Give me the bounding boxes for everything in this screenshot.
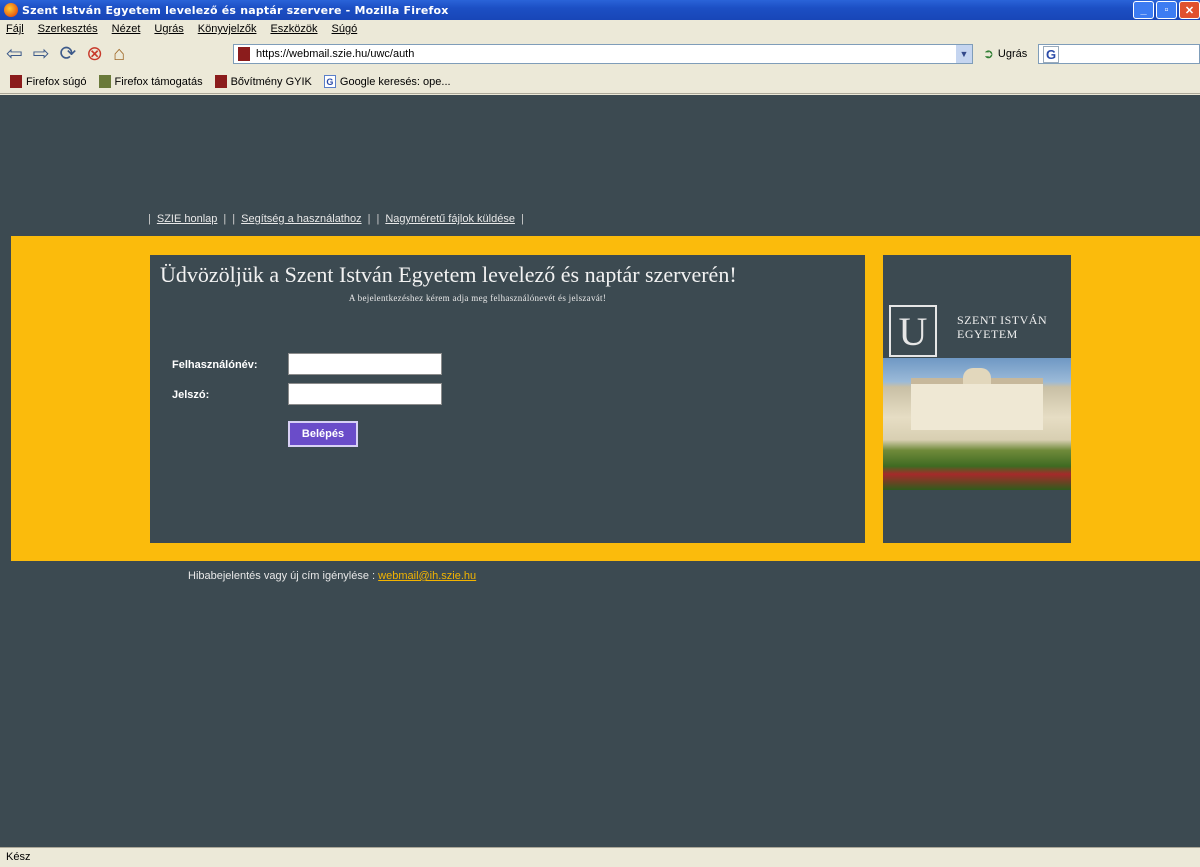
menu-go[interactable]: Ugrás (154, 23, 183, 35)
bookmark-label: Bővítmény GYIK (230, 75, 312, 88)
campus-photo (883, 358, 1071, 490)
login-panel: Üdvözöljük a Szent István Egyetem levele… (150, 255, 865, 543)
menu-file[interactable]: Fájl (6, 23, 24, 35)
stop-icon[interactable]: ⊗ (86, 44, 103, 64)
separator: | (367, 213, 371, 225)
chevron-down-icon[interactable]: ▼ (956, 45, 972, 63)
status-text: Kész (6, 851, 31, 863)
separator: | (223, 213, 227, 225)
home-icon[interactable]: ⌂ (113, 44, 125, 64)
login-instructions: A bejelentkezéshez kérem adja meg felhas… (348, 293, 607, 303)
university-logo-icon: U (889, 305, 937, 357)
address-bar[interactable]: https://webmail.szie.hu/uwc/auth ▼ (233, 44, 973, 64)
go-icon: ➲ (983, 46, 994, 61)
login-button[interactable]: Belépés (288, 421, 358, 447)
menu-bar: Fájl Szerkesztés Nézet Ugrás Könyvjelzők… (0, 20, 1200, 38)
menu-edit[interactable]: Szerkesztés (38, 23, 98, 35)
username-field[interactable] (288, 353, 442, 375)
window-title: Szent István Egyetem levelező és naptár … (22, 3, 449, 17)
bookmark-google-search[interactable]: G Google keresés: ope... (323, 75, 451, 88)
browser-window: Szent István Egyetem levelező és naptár … (0, 0, 1200, 867)
firefox-icon (4, 3, 18, 17)
password-label: Jelszó: (172, 389, 210, 401)
google-icon: G (323, 75, 336, 88)
title-bar: Szent István Egyetem levelező és naptár … (0, 0, 1200, 20)
news-icon (98, 75, 111, 88)
bookmark-firefox-help[interactable]: Firefox súgó (10, 75, 87, 88)
search-input[interactable]: G (1038, 44, 1200, 64)
status-bar: Kész (0, 847, 1200, 867)
footer: Hibabejelentés vagy új cím igénylése : w… (188, 570, 476, 582)
go-label: Ugrás (997, 48, 1028, 60)
building-dome (963, 368, 991, 384)
maximize-button[interactable]: ▫ (1156, 1, 1177, 19)
address-url: https://webmail.szie.hu/uwc/auth (256, 48, 415, 60)
logo-line-2: EGYETEM (957, 327, 1018, 341)
bookmark-label: Firefox súgó (26, 75, 87, 88)
bookmark-firefox-support[interactable]: Firefox támogatás (98, 75, 203, 88)
separator: | (232, 213, 236, 225)
close-button[interactable]: ✕ (1179, 1, 1200, 19)
reload-icon[interactable]: ⟳ (60, 44, 77, 64)
menu-help[interactable]: Súgó (332, 23, 358, 35)
bookmark-addons-faq[interactable]: Bővítmény GYIK (214, 75, 312, 88)
username-label: Felhasználónév: (172, 359, 258, 371)
link-szie-homepage[interactable]: SZIE honlap (157, 213, 218, 225)
menu-view[interactable]: Nézet (112, 23, 141, 35)
university-name: SZENT ISTVÁN EGYETEM (957, 313, 1047, 341)
password-field[interactable] (288, 383, 442, 405)
menu-tools[interactable]: Eszközök (270, 23, 317, 35)
link-large-files[interactable]: Nagyméretű fájlok küldése (385, 213, 515, 225)
window-controls: _ ▫ ✕ (1133, 1, 1200, 19)
navigation-toolbar: ⇦ ⇨ ⟳ ⊗ ⌂ https://webmail.szie.hu/uwc/au… (0, 38, 1200, 70)
separator: | (376, 213, 380, 225)
bookmark-label: Google keresés: ope... (339, 75, 451, 88)
building-shape (911, 378, 1043, 430)
bookmark-icon (10, 75, 22, 88)
footer-text: Hibabejelentés vagy új cím igénylése : (188, 570, 379, 582)
google-icon: G (1043, 45, 1060, 63)
minimize-button[interactable]: _ (1133, 1, 1154, 19)
menu-bookmarks[interactable]: Könyvjelzők (198, 23, 257, 35)
university-panel: U SZENT ISTVÁN EGYETEM (883, 255, 1071, 543)
top-links: | SZIE honlap | | Segítség a használatho… (148, 213, 524, 225)
support-email-link[interactable]: webmail@ih.szie.hu (378, 570, 476, 582)
site-icon (238, 47, 250, 61)
link-help[interactable]: Segítség a használathoz (241, 213, 361, 225)
back-icon[interactable]: ⇦ (6, 44, 23, 64)
bookmarks-bar: Firefox súgó Firefox támogatás Bővítmény… (0, 70, 1200, 94)
separator: | (148, 213, 151, 225)
bookmark-label: Firefox támogatás (114, 75, 203, 88)
forward-icon[interactable]: ⇨ (33, 44, 50, 64)
logo-line-1: SZENT ISTVÁN (957, 313, 1048, 327)
bookmark-icon (214, 75, 227, 88)
go-button[interactable]: ➲ Ugrás (983, 46, 1027, 62)
welcome-heading: Üdvözöljük a Szent István Egyetem levele… (160, 262, 737, 287)
separator: | (520, 213, 524, 225)
page-content: | SZIE honlap | | Segítség a használatho… (0, 95, 1200, 847)
